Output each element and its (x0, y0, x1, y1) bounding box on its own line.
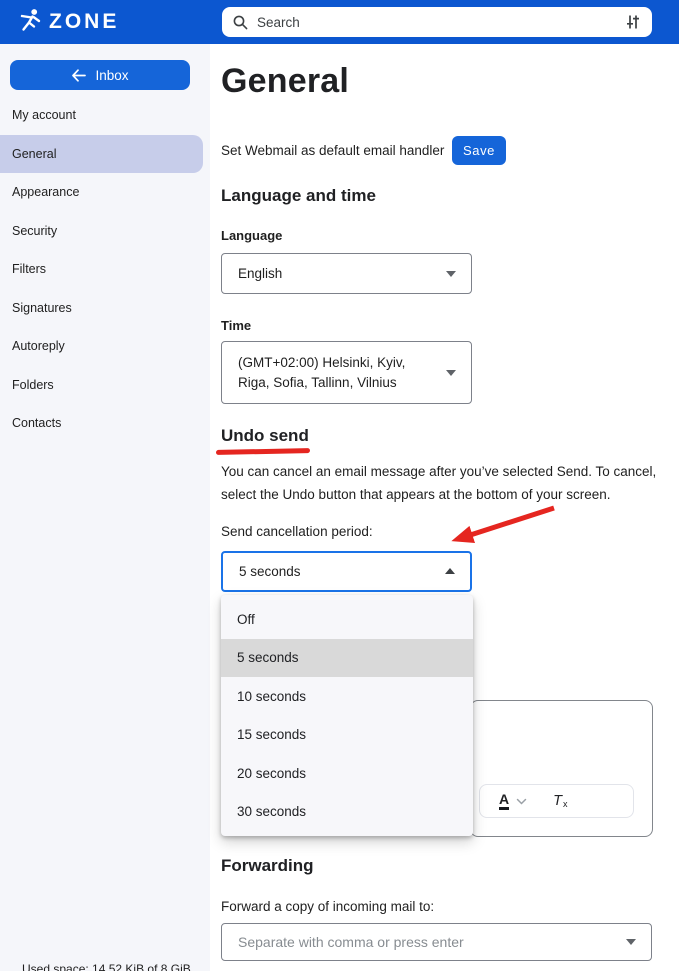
save-button[interactable]: Save (452, 136, 506, 165)
timezone-select[interactable]: (GMT+02:00) Helsinki, Kyiv, Riga, Sofia,… (221, 341, 472, 404)
sidebar-item-appearance[interactable]: Appearance (0, 173, 210, 212)
clear-formatting-x: x (563, 800, 568, 809)
clear-formatting-icon[interactable]: T x (553, 793, 567, 809)
cancellation-period-menu: Off5 seconds10 seconds15 seconds20 secon… (221, 595, 473, 836)
forwarding-heading: Forwarding (221, 856, 314, 876)
cancellation-option-15-seconds[interactable]: 15 seconds (221, 716, 473, 755)
sidebar-item-signatures[interactable]: Signatures (0, 289, 210, 328)
signature-editor-box[interactable]: A T x (470, 700, 653, 837)
zone-logo-text: zone (49, 11, 119, 32)
forward-to-label: Forward a copy of incoming mail to: (221, 899, 434, 914)
app-header: zone (0, 0, 679, 44)
chevron-down-icon[interactable] (516, 798, 527, 805)
search-icon (232, 14, 249, 31)
search-input[interactable] (257, 15, 616, 30)
cancellation-period-value: 5 seconds (239, 564, 301, 579)
forward-to-input[interactable] (238, 934, 617, 950)
back-to-inbox-label: Inbox (95, 68, 128, 83)
zone-webmail-settings-page: zone Inbox My accountGeneralAppearanceSe… (0, 0, 679, 971)
settings-nav: My accountGeneralAppearanceSecurityFilte… (0, 96, 210, 443)
sidebar-item-security[interactable]: Security (0, 212, 210, 251)
undo-send-heading: Undo send (221, 426, 309, 446)
settings-sidebar: Inbox My accountGeneralAppearanceSecurit… (0, 44, 210, 971)
back-arrow-icon (71, 69, 86, 82)
undo-send-description: You can cancel an email message after yo… (221, 461, 668, 506)
text-color-icon[interactable]: A (499, 792, 509, 810)
cancellation-option-10-seconds[interactable]: 10 seconds (221, 677, 473, 716)
cancellation-option-20-seconds[interactable]: 20 seconds (221, 754, 473, 793)
used-space-label: Used space: 14.52 KiB of 8 GiB (22, 962, 191, 971)
sidebar-item-contacts[interactable]: Contacts (0, 404, 210, 443)
cancellation-option-30-seconds[interactable]: 30 seconds (221, 793, 473, 832)
chevron-down-icon (446, 271, 456, 277)
chevron-down-icon (446, 370, 456, 376)
sidebar-item-general[interactable]: General (0, 135, 203, 174)
cancellation-option-5-seconds[interactable]: 5 seconds (221, 639, 473, 678)
annotation-red-underline (216, 448, 310, 455)
signature-editor-toolbar: A T x (479, 784, 634, 818)
sidebar-item-filters[interactable]: Filters (0, 250, 210, 289)
language-time-heading: Language and time (221, 186, 376, 206)
zone-logo[interactable]: zone (18, 8, 119, 35)
page-title: General (221, 62, 349, 101)
search-bar[interactable] (222, 7, 652, 37)
time-label: Time (221, 318, 251, 333)
zone-runner-icon (18, 8, 43, 35)
sidebar-item-my-account[interactable]: My account (0, 96, 210, 135)
tune-filter-icon[interactable] (624, 13, 642, 31)
language-select-value: English (238, 266, 282, 281)
cancellation-period-select[interactable]: 5 seconds (221, 551, 472, 592)
language-select[interactable]: English (221, 253, 472, 294)
sidebar-item-folders[interactable]: Folders (0, 366, 210, 405)
back-to-inbox-button[interactable]: Inbox (10, 60, 190, 90)
cancellation-option-off[interactable]: Off (221, 600, 473, 639)
language-label: Language (221, 228, 282, 243)
sidebar-item-autoreply[interactable]: Autoreply (0, 327, 210, 366)
forward-to-input-box[interactable] (221, 923, 652, 961)
default-handler-label: Set Webmail as default email handler (221, 143, 444, 158)
cancellation-period-label: Send cancellation period: (221, 524, 373, 539)
timezone-select-value: (GMT+02:00) Helsinki, Kyiv, Riga, Sofia,… (238, 353, 437, 393)
chevron-up-icon (445, 568, 455, 574)
chevron-down-icon (626, 939, 636, 945)
clear-formatting-t: T (553, 793, 562, 809)
